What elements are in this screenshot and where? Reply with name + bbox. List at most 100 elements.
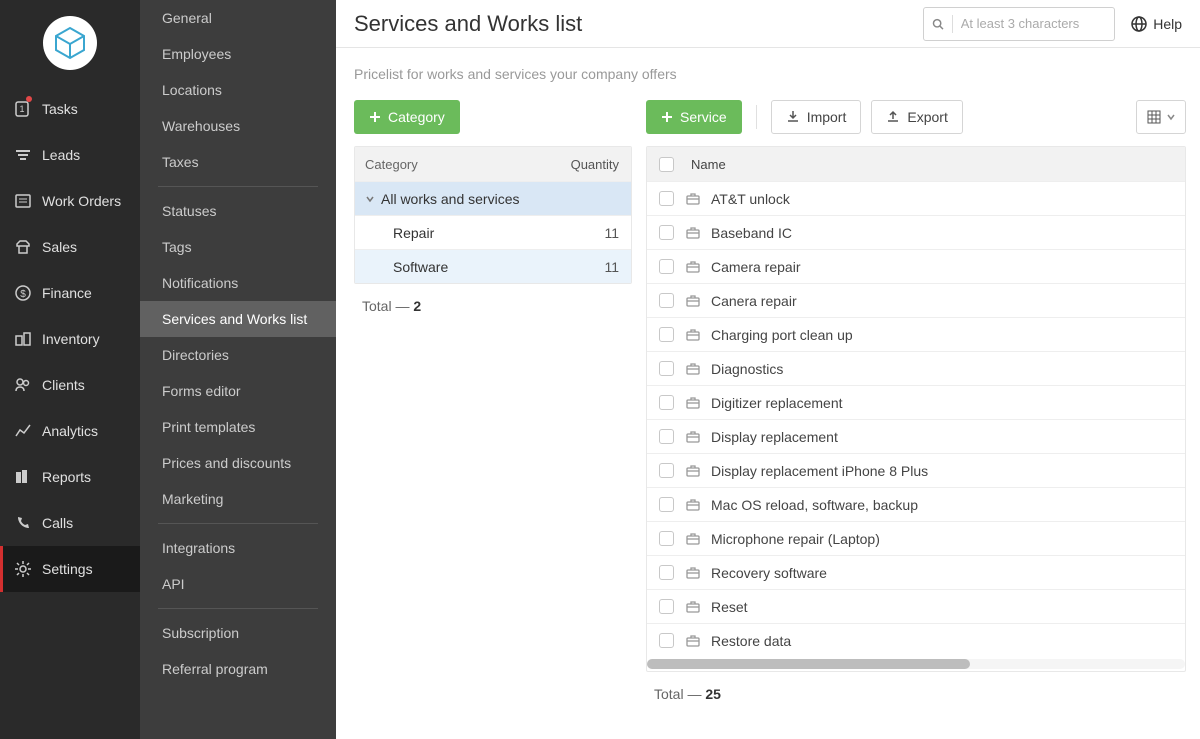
briefcase-icon <box>685 225 711 241</box>
subnav-item[interactable]: Locations <box>140 72 336 108</box>
service-row[interactable]: AT&T unlock <box>647 181 1185 215</box>
briefcase-icon <box>685 497 711 513</box>
subnav-item[interactable]: General <box>140 0 336 36</box>
service-row[interactable]: Digitizer replacement <box>647 385 1185 419</box>
briefcase-icon <box>685 293 711 309</box>
service-row[interactable]: Display replacement <box>647 419 1185 453</box>
subnav-item[interactable]: Integrations <box>140 530 336 566</box>
horizontal-scrollbar[interactable] <box>647 659 1185 669</box>
briefcase-icon <box>685 531 711 547</box>
row-checkbox[interactable] <box>659 565 674 580</box>
row-checkbox[interactable] <box>659 463 674 478</box>
row-checkbox[interactable] <box>659 599 674 614</box>
briefcase-icon <box>685 191 711 207</box>
row-checkbox[interactable] <box>659 429 674 444</box>
service-row[interactable]: Restore data <box>647 623 1185 657</box>
settings-icon <box>14 560 32 578</box>
subnav-item[interactable]: Subscription <box>140 615 336 651</box>
service-name: Digitizer replacement <box>711 395 1185 411</box>
row-checkbox[interactable] <box>659 531 674 546</box>
subnav-item[interactable]: Employees <box>140 36 336 72</box>
nav-leads[interactable]: Leads <box>0 132 140 178</box>
page-hint: Pricelist for works and services your co… <box>354 66 1186 82</box>
add-service-button[interactable]: Service <box>646 100 742 134</box>
category-row[interactable]: Software11 <box>355 249 631 283</box>
row-checkbox[interactable] <box>659 259 674 274</box>
briefcase-icon <box>685 565 711 581</box>
service-row[interactable]: Display replacement iPhone 8 Plus <box>647 453 1185 487</box>
clients-icon <box>14 376 32 394</box>
service-total: Total — 25 <box>646 672 1186 716</box>
nav-inventory[interactable]: Inventory <box>0 316 140 362</box>
service-name: Display replacement <box>711 429 1185 445</box>
briefcase-icon <box>685 395 711 411</box>
nav-finance[interactable]: $Finance <box>0 270 140 316</box>
grid-icon <box>1147 110 1161 124</box>
subnav-item[interactable]: Referral program <box>140 651 336 687</box>
briefcase-icon <box>685 259 711 275</box>
nav-clients[interactable]: Clients <box>0 362 140 408</box>
row-checkbox[interactable] <box>659 191 674 206</box>
service-name: Diagnostics <box>711 361 1185 377</box>
service-row[interactable]: Baseband IC <box>647 215 1185 249</box>
nav-reports[interactable]: Reports <box>0 454 140 500</box>
service-row[interactable]: Diagnostics <box>647 351 1185 385</box>
subnav-item[interactable]: Notifications <box>140 265 336 301</box>
service-row[interactable]: Recovery software <box>647 555 1185 589</box>
select-all-checkbox[interactable] <box>659 157 674 172</box>
add-category-button[interactable]: Category <box>354 100 460 134</box>
service-row[interactable]: Mac OS reload, software, backup <box>647 487 1185 521</box>
row-checkbox[interactable] <box>659 327 674 342</box>
subnav-item[interactable]: Forms editor <box>140 373 336 409</box>
briefcase-icon <box>685 599 711 615</box>
service-row[interactable]: Charging port clean up <box>647 317 1185 351</box>
nav-settings[interactable]: Settings <box>0 546 140 592</box>
service-name: Reset <box>711 599 1185 615</box>
service-name: AT&T unlock <box>711 191 1185 207</box>
row-checkbox[interactable] <box>659 293 674 308</box>
row-checkbox[interactable] <box>659 497 674 512</box>
service-row[interactable]: Reset <box>647 589 1185 623</box>
row-checkbox[interactable] <box>659 395 674 410</box>
inventory-icon <box>14 330 32 348</box>
reports-icon <box>14 468 32 486</box>
nav-workorders[interactable]: Work Orders <box>0 178 140 224</box>
nav-calls[interactable]: Calls <box>0 500 140 546</box>
subnav-item[interactable]: Prices and discounts <box>140 445 336 481</box>
subnav-item[interactable]: Warehouses <box>140 108 336 144</box>
subnav-item[interactable]: Directories <box>140 337 336 373</box>
row-checkbox[interactable] <box>659 633 674 648</box>
tasks-icon: 1 <box>14 100 32 118</box>
help-link[interactable]: Help <box>1131 16 1182 32</box>
service-row[interactable]: Camera repair <box>647 249 1185 283</box>
search-icon <box>932 17 944 31</box>
nav-analytics[interactable]: Analytics <box>0 408 140 454</box>
service-row[interactable]: Canera repair <box>647 283 1185 317</box>
export-button[interactable]: Export <box>871 100 962 134</box>
col-category[interactable]: Category <box>355 157 561 172</box>
view-toggle[interactable] <box>1136 100 1186 134</box>
nav-sales[interactable]: Sales <box>0 224 140 270</box>
row-checkbox[interactable] <box>659 225 674 240</box>
subnav-item[interactable]: Services and Works list <box>140 301 336 337</box>
service-row[interactable]: Microphone repair (Laptop) <box>647 521 1185 555</box>
service-name: Recovery software <box>711 565 1185 581</box>
category-row[interactable]: Repair11 <box>355 215 631 249</box>
category-row-all[interactable]: All works and services <box>355 181 631 215</box>
col-name[interactable]: Name <box>685 157 1185 172</box>
subnav-item[interactable]: Print templates <box>140 409 336 445</box>
import-button[interactable]: Import <box>771 100 862 134</box>
service-table: Name AT&T unlock Baseband ICCamera repair… <box>646 146 1186 672</box>
subnav-item[interactable]: Tags <box>140 229 336 265</box>
subnav-item[interactable]: API <box>140 566 336 602</box>
search-box[interactable] <box>923 7 1115 41</box>
col-quantity[interactable]: Quantity <box>561 157 631 172</box>
subnav-item[interactable]: Statuses <box>140 193 336 229</box>
search-input[interactable] <box>961 16 1106 31</box>
nav-tasks[interactable]: 1Tasks <box>0 86 140 132</box>
plus-icon <box>661 111 673 123</box>
row-checkbox[interactable] <box>659 361 674 376</box>
sales-icon <box>14 238 32 256</box>
subnav-item[interactable]: Taxes <box>140 144 336 180</box>
subnav-item[interactable]: Marketing <box>140 481 336 517</box>
